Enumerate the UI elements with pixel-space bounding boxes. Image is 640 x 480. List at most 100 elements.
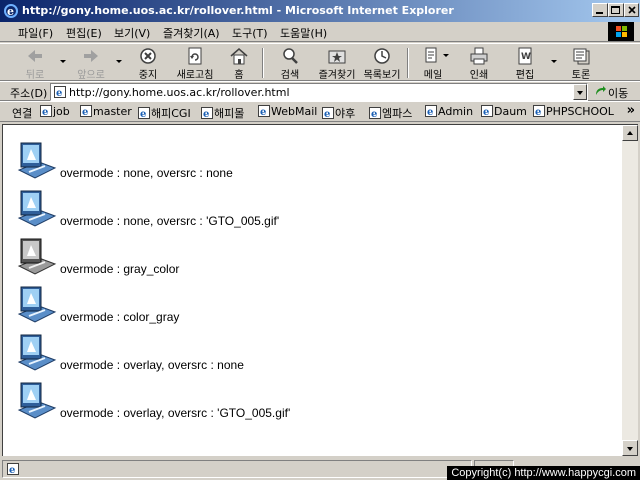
svg-text:e: e [260,107,266,117]
history-icon [374,48,390,64]
favorites-button[interactable]: 즐겨찾기 [314,46,360,81]
status-text-pane: e [2,460,472,478]
mail-button[interactable]: 메일 [410,46,456,81]
discuss-button[interactable]: 토론 [558,46,604,81]
link-admin[interactable]: e Admin [425,105,473,118]
mail-dropdown-arrow[interactable] [443,54,449,57]
svg-text:e: e [203,109,209,119]
row-label: overmode : none, oversrc : none [60,166,233,180]
page-ie-icon: e [201,107,213,119]
toolbar-separator [262,48,264,78]
svg-text:e: e [324,109,330,119]
back-button[interactable]: 뒤로 [12,46,58,81]
page-ie-icon: e [80,105,92,117]
page-ie-icon: e [533,105,545,117]
link-webmail[interactable]: e WebMail [258,105,317,118]
page-content: overmode : none, oversrc : none overmode… [2,124,622,456]
link-phpschool[interactable]: e PHPSCHOOL [533,105,614,118]
row-label: overmode : overlay, oversrc : 'GTO_005.g… [60,406,291,420]
page-ie-icon: e [258,105,270,117]
go-arrow-icon [596,86,606,95]
rollover-image-icon[interactable] [15,332,57,374]
page-ie-icon: e [369,107,381,119]
windows-logo-icon [608,22,634,41]
link-happymall[interactable]: e 해피몰 [201,105,244,121]
row-label: overmode : none, oversrc : 'GTO_005.gif' [60,214,280,228]
standard-toolbar: 뒤로 앞으로 중지 새로고침 홈 검색 즐겨찾기 목록보기 메일 인쇄 W 편집… [0,43,640,81]
svg-text:e: e [535,107,541,117]
scroll-up-button[interactable] [622,125,638,141]
rollover-image-icon[interactable] [15,140,57,182]
svg-text:e: e [9,465,15,475]
chevron-down-icon [577,91,583,95]
svg-text:e: e [82,107,88,117]
minimize-button[interactable] [592,3,608,17]
page-ie-icon: e [40,105,52,117]
menu-view[interactable]: 보기(V) [114,25,150,41]
link-job[interactable]: e job [40,105,70,118]
link-empas[interactable]: e 엠파스 [369,105,412,121]
page-ie-icon: e [54,86,66,98]
page-ie-icon: e [425,105,437,117]
svg-text:e: e [427,107,433,117]
page-ie-icon: e [138,107,150,119]
row-label: overmode : gray_color [60,262,180,276]
rollover-image-icon[interactable] [15,380,57,422]
row-label: overmode : color_gray [60,310,180,324]
mail-icon [425,47,437,63]
menu-favorites[interactable]: 즐겨찾기(A) [163,25,220,41]
history-button[interactable]: 목록보기 [359,46,405,81]
svg-text:e: e [371,109,377,119]
print-button[interactable]: 인쇄 [456,46,502,81]
search-icon [283,48,298,64]
edit-button[interactable]: W 편집 [502,46,548,81]
menu-edit[interactable]: 편집(E) [66,25,102,41]
address-dropdown-button[interactable] [573,84,587,100]
favorites-icon [328,50,346,64]
refresh-icon [188,47,202,65]
svg-text:W: W [521,52,531,62]
close-icon [628,6,636,14]
links-bar: 연결 e job e master e 해피CGI e 해피몰 e WebMail e 야후… [0,101,640,122]
go-button[interactable]: 이동 [594,84,638,100]
svg-text:e: e [42,107,48,117]
forward-button[interactable]: 앞으로 [68,46,114,81]
ie-logo-icon: e [4,4,18,18]
refresh-button[interactable]: 새로고침 [172,46,218,81]
rollover-image-icon[interactable] [15,188,57,230]
menu-help[interactable]: 도움말(H) [280,25,327,41]
page-ie-icon: e [322,107,334,119]
svg-text:e: e [7,5,14,18]
page-ie-icon: e [7,463,19,475]
print-icon [470,47,488,65]
toolbar-separator [407,48,409,78]
edit-dropdown-arrow[interactable] [551,60,557,63]
close-button[interactable] [624,3,639,17]
copyright-watermark: Copyright(c) http://www.happycgi.com [447,466,640,480]
status-bar: e Copyright(c) http://www.happycgi.com [0,458,640,480]
maximize-button[interactable] [608,3,624,17]
back-dropdown-arrow[interactable] [60,60,66,63]
search-button[interactable]: 검색 [267,46,313,81]
menu-file[interactable]: 파일(F) [18,25,53,41]
scroll-down-button[interactable] [622,440,638,456]
home-button[interactable]: 홈 [216,46,262,81]
menu-tools[interactable]: 도구(T) [232,25,268,41]
title-bar: e http://gony.home.uos.ac.kr/rollover.ht… [0,0,640,22]
row-label: overmode : overlay, oversrc : none [60,358,244,372]
arrow-up-icon [627,131,633,135]
forward-dropdown-arrow[interactable] [116,60,122,63]
link-daum[interactable]: e Daum [481,105,527,118]
stop-button[interactable]: 중지 [125,46,171,81]
links-overflow-chevron-icon[interactable]: » [627,103,635,118]
address-input[interactable]: e http://gony.home.uos.ac.kr/rollover.ht… [50,83,588,101]
svg-text:e: e [483,107,489,117]
stop-icon [140,48,156,64]
link-happycgi[interactable]: e 해피CGI [138,105,191,121]
rollover-image-gray-icon[interactable] [15,236,57,278]
arrow-down-icon [627,447,633,451]
rollover-image-icon[interactable] [15,284,57,326]
link-yahoo[interactable]: e 야후 [322,105,355,121]
vertical-scrollbar[interactable] [622,124,638,456]
link-master[interactable]: e master [80,105,132,118]
